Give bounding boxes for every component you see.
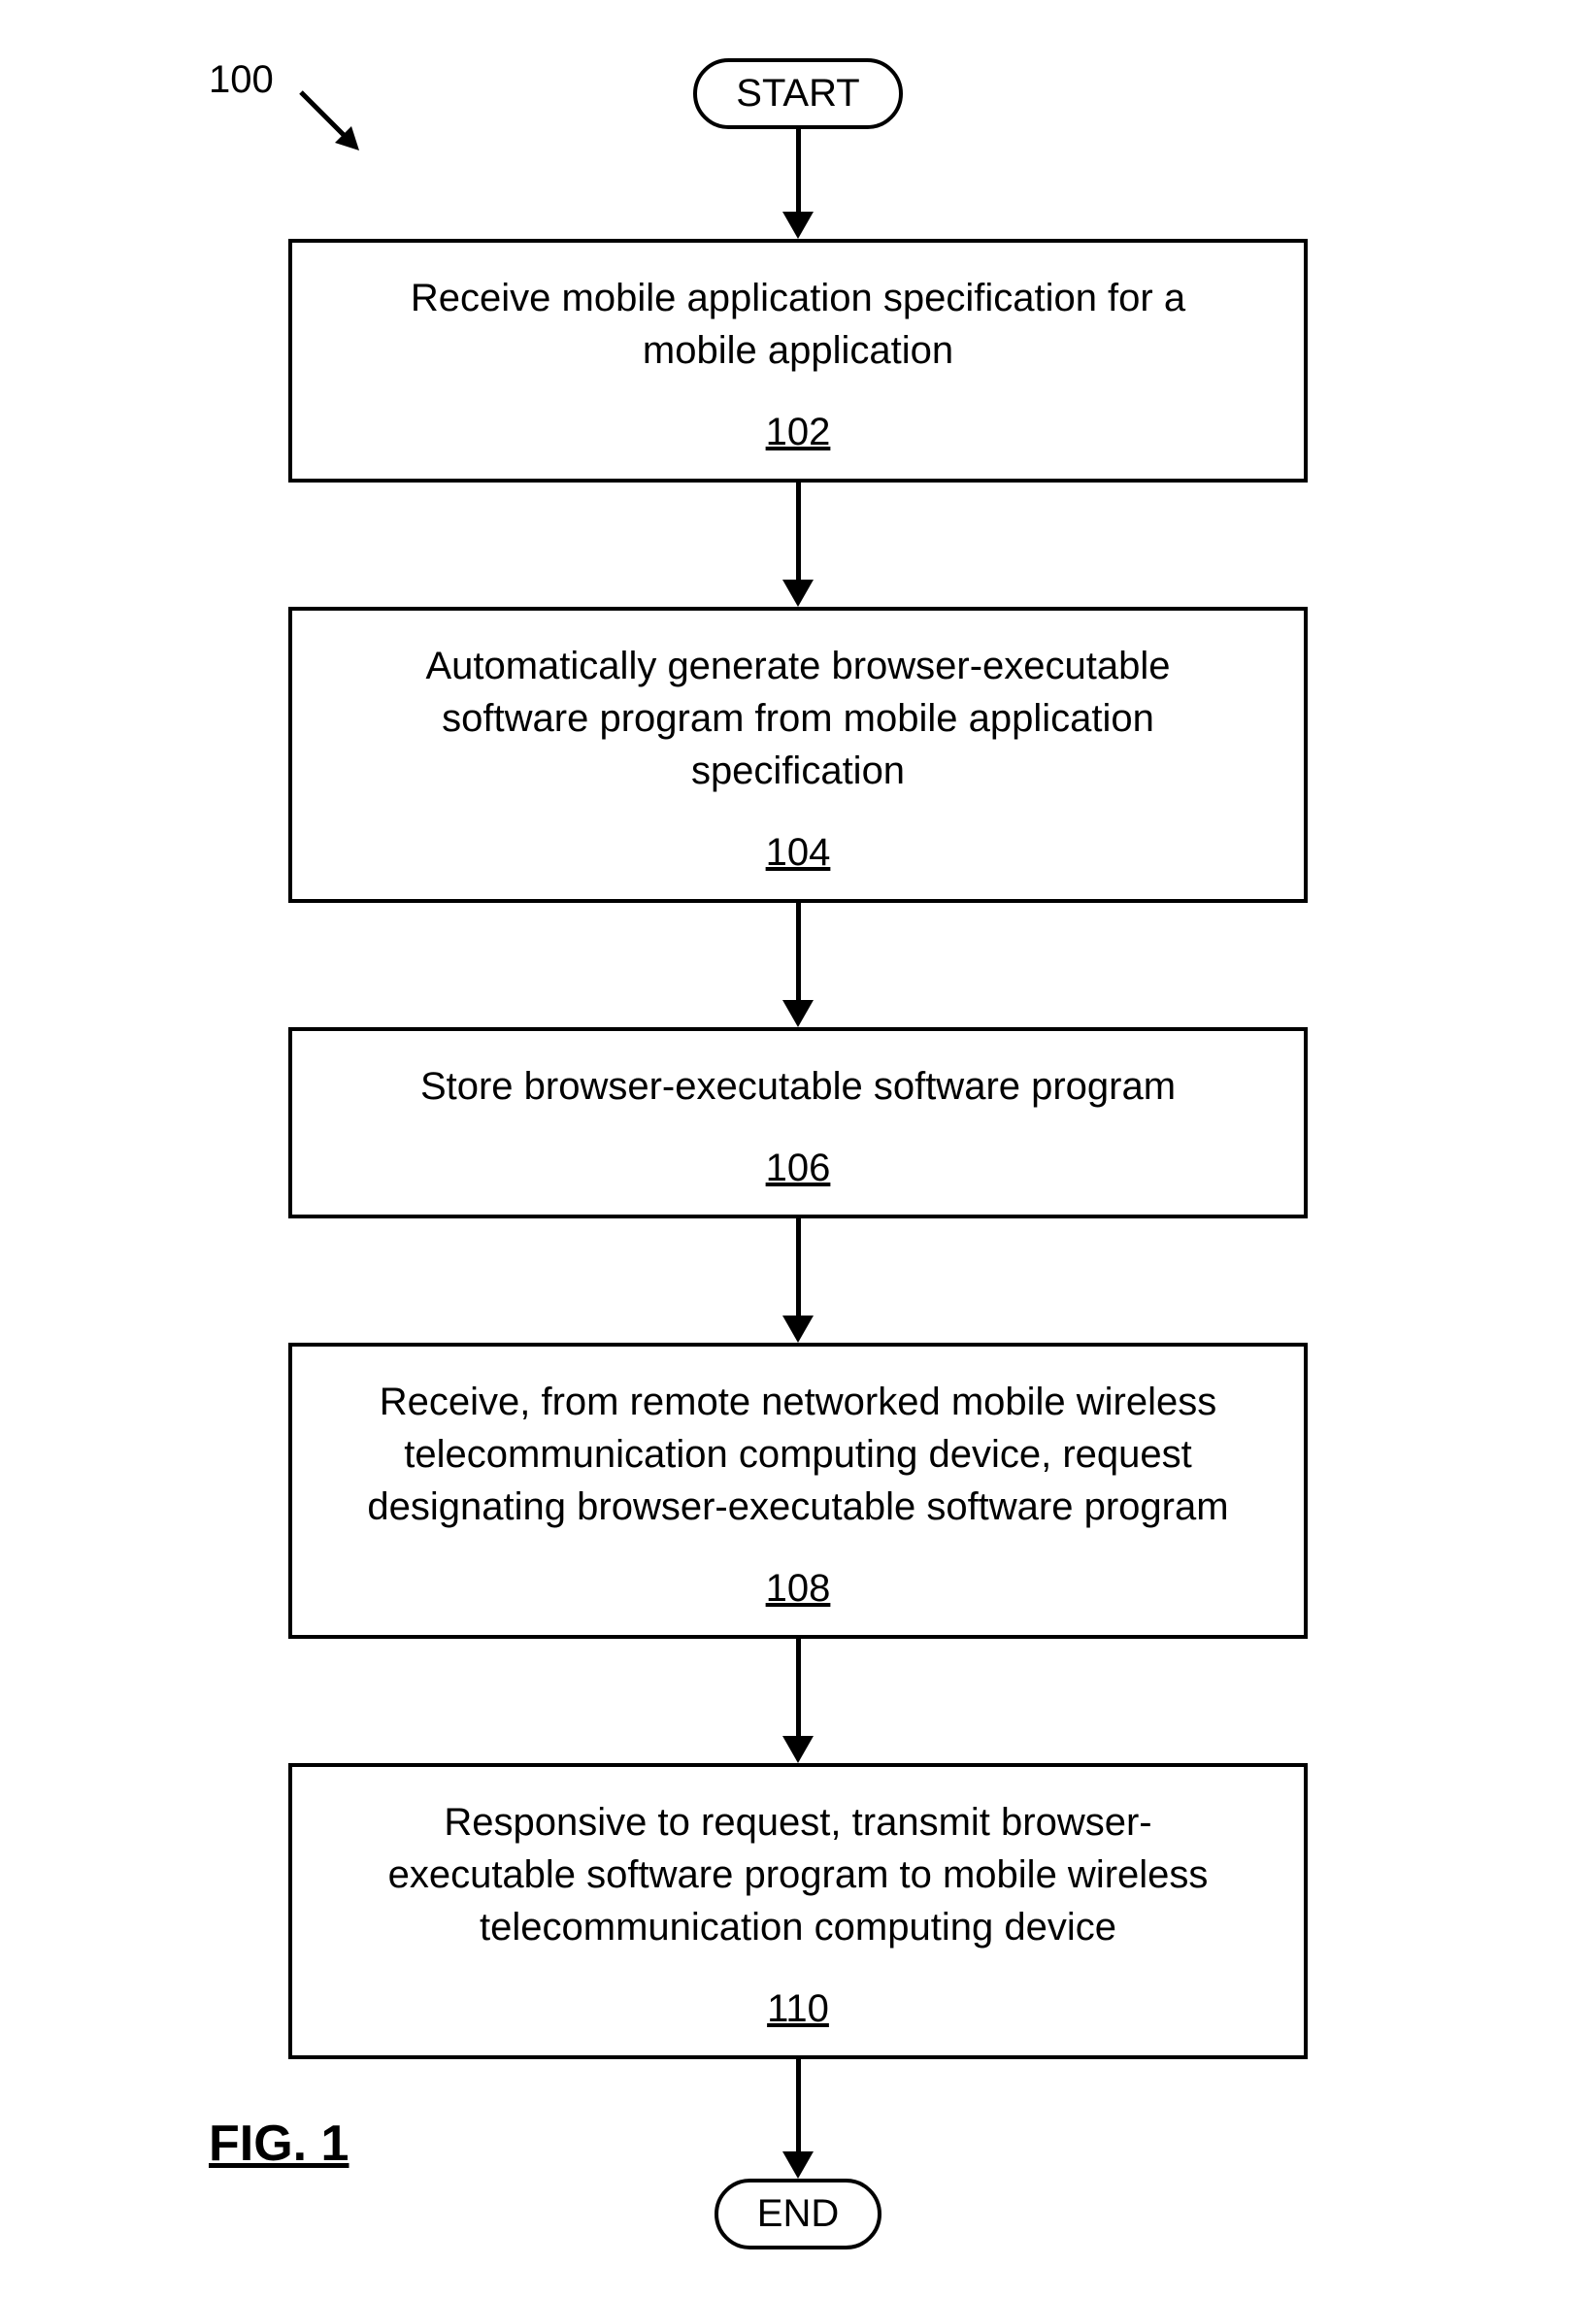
step-number: 102 <box>766 411 831 454</box>
step-number: 106 <box>766 1147 831 1190</box>
step-text: Responsive to request, transmit browser-… <box>350 1796 1246 1953</box>
start-terminator: START <box>693 58 902 129</box>
arrow <box>782 1639 814 1763</box>
figure-label: FIG. 1 <box>209 2115 349 2173</box>
step-106: Store browser-executable software progra… <box>288 1027 1308 1218</box>
arrow <box>782 483 814 607</box>
step-102: Receive mobile application specification… <box>288 239 1308 483</box>
step-108: Receive, from remote networked mobile wi… <box>288 1343 1308 1639</box>
step-text: Receive, from remote networked mobile wi… <box>350 1376 1246 1533</box>
flowchart: START Receive mobile application specifi… <box>0 58 1596 2249</box>
step-110: Responsive to request, transmit browser-… <box>288 1763 1308 2059</box>
step-number: 104 <box>766 831 831 875</box>
step-text: Receive mobile application specification… <box>350 272 1246 377</box>
arrow <box>782 1218 814 1343</box>
step-number: 108 <box>766 1567 831 1611</box>
step-number: 110 <box>767 1987 829 2031</box>
end-terminator: END <box>715 2179 881 2249</box>
step-text: Automatically generate browser-executabl… <box>350 640 1246 797</box>
arrow <box>782 129 814 239</box>
arrow <box>782 2059 814 2179</box>
step-text: Store browser-executable software progra… <box>350 1060 1246 1113</box>
step-104: Automatically generate browser-executabl… <box>288 607 1308 903</box>
arrow <box>782 903 814 1027</box>
